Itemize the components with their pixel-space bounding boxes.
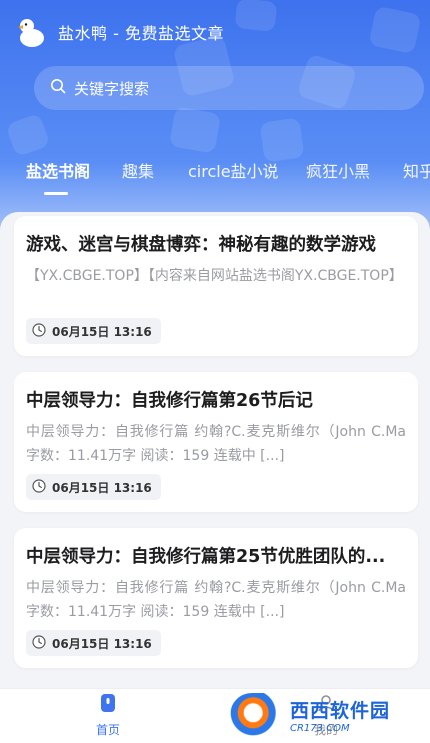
tab-fengkuang-xiaohei[interactable]: 疯狂小黑 bbox=[306, 158, 370, 182]
nav-home-label[interactable]: 首页 bbox=[78, 721, 138, 738]
article-time: 06月15日 13:16 bbox=[52, 480, 152, 495]
search-placeholder[interactable]: 关键字搜索 bbox=[74, 78, 149, 99]
decorative-book-shape bbox=[368, 5, 422, 55]
clock-icon bbox=[32, 634, 46, 653]
tab-quji[interactable]: 趣集 bbox=[122, 158, 154, 182]
clock-icon bbox=[32, 322, 46, 341]
tab-circle-yan-xiaoshuo[interactable]: circle盐小说 bbox=[188, 158, 279, 182]
tab-yanxuan-shuge[interactable]: 盐选书阁 bbox=[26, 158, 90, 182]
app-header: 盐水鸭 - 免费盐选文章 bbox=[14, 14, 224, 50]
article-title[interactable]: 中层领导力：自我修行篇第26节后记 bbox=[26, 388, 406, 414]
watermark-text: 西西软件园 CR173.COM bbox=[290, 696, 390, 734]
search-icon bbox=[50, 78, 66, 98]
clock-icon bbox=[32, 478, 46, 497]
decorative-book-shape bbox=[168, 106, 222, 154]
article-card[interactable]: 中层领导力：自我修行篇第26节后记 中层领导力：自我修行篇 约翰?C.麦克斯维尔… bbox=[14, 372, 418, 512]
time-badge: 06月15日 13:16 bbox=[26, 318, 161, 344]
search-bar[interactable]: 关键字搜索 bbox=[34, 66, 424, 110]
article-card[interactable]: 中层领导力：自我修行篇第25节优胜团队的... 中层领导力：自我修行篇 约翰?C… bbox=[14, 528, 418, 668]
category-tabs: 盐选书阁 趣集 circle盐小说 疯狂小黑 知乎 bbox=[0, 150, 430, 190]
nav-home[interactable]: 首页 bbox=[78, 693, 138, 738]
article-title[interactable]: 中层领导力：自我修行篇第25节优胜团队的... bbox=[26, 544, 406, 570]
app-title: 盐水鸭 - 免费盐选文章 bbox=[58, 24, 224, 43]
time-badge: 06月15日 13:16 bbox=[26, 474, 161, 500]
article-card[interactable]: 游戏、迷宫与棋盘博弈：神秘有趣的数学游戏 【YX.CBGE.TOP】【内容来自网… bbox=[14, 216, 418, 356]
article-summary: 【YX.CBGE.TOP】【内容来自网站盐选书阁YX.CBGE.TOP】 bbox=[26, 268, 403, 284]
article-time: 06月15日 13:16 bbox=[52, 324, 152, 339]
duck-logo-icon bbox=[14, 15, 48, 49]
tab-zhihu[interactable]: 知乎 bbox=[403, 158, 430, 182]
active-tab-indicator bbox=[44, 192, 68, 195]
watermark-name: 西西软件园 bbox=[290, 700, 391, 722]
watermark-emblem-icon bbox=[230, 693, 288, 737]
watermark-logo: 西西软件园 CR173.COM bbox=[230, 690, 426, 740]
article-title[interactable]: 游戏、迷宫与棋盘博弈：神秘有趣的数学游戏 bbox=[26, 232, 406, 258]
article-summary: 中层领导力：自我修行篇 约翰?C.麦克斯维尔（John C.Ma 字数：11.4… bbox=[26, 580, 406, 620]
watermark-url: CR173.COM bbox=[290, 723, 350, 734]
article-time: 06月15日 13:16 bbox=[52, 636, 152, 651]
article-summary: 中层领导力：自我修行篇 约翰?C.麦克斯维尔（John C.Ma 字数：11.4… bbox=[26, 424, 406, 464]
time-badge: 06月15日 13:16 bbox=[26, 630, 161, 656]
home-icon bbox=[100, 694, 116, 717]
decorative-book-shape bbox=[234, 0, 278, 33]
article-list: 游戏、迷宫与棋盘博弈：神秘有趣的数学游戏 【YX.CBGE.TOP】【内容来自网… bbox=[0, 212, 430, 743]
